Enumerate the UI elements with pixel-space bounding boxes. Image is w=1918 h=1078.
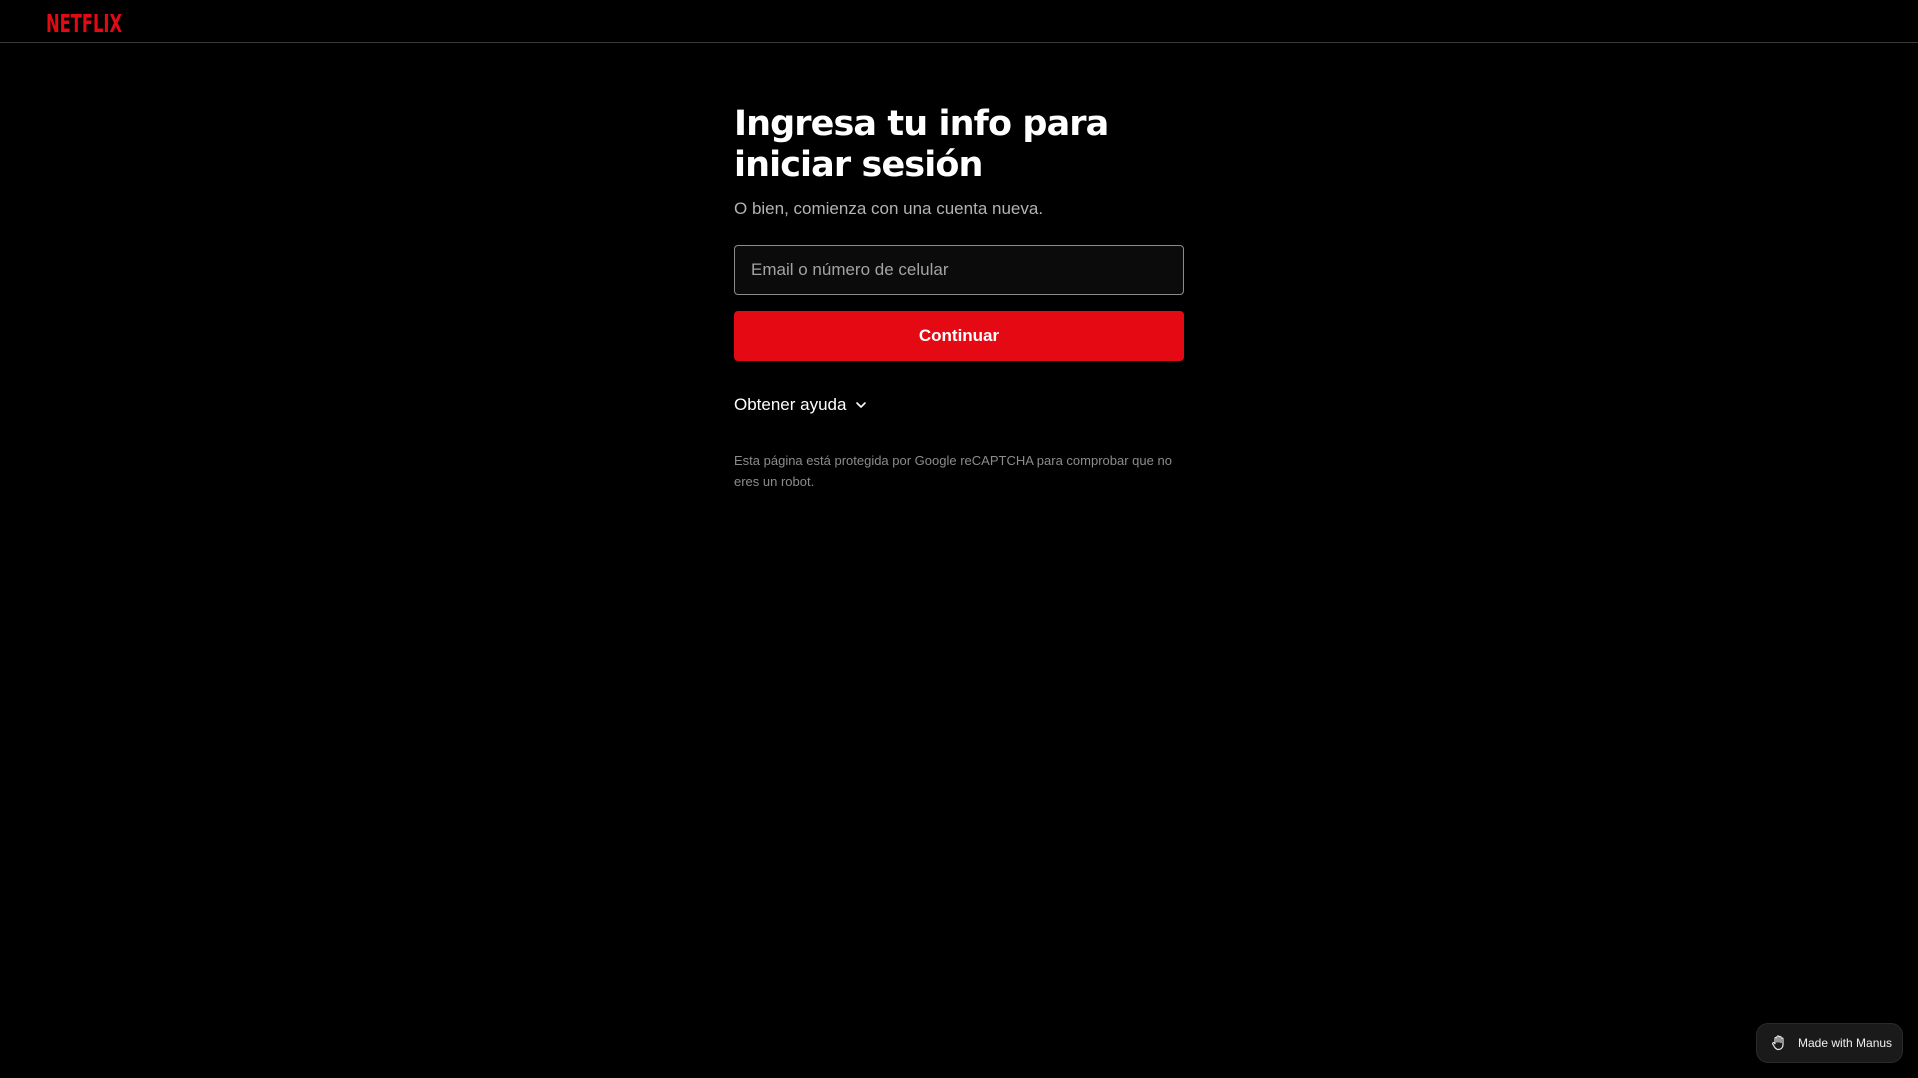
manus-badge-label: Made with Manus <box>1798 1036 1893 1050</box>
made-with-manus-badge[interactable]: Made with Manus <box>1756 1023 1903 1063</box>
chevron-down-icon <box>856 402 867 408</box>
page-title: Ingresa tu info para iniciar sesión <box>734 104 1109 185</box>
get-help-toggle[interactable]: Obtener ayuda <box>734 395 868 415</box>
top-header: NETFLIX <box>0 0 1918 43</box>
email-field-wrapper <box>734 245 1184 295</box>
netflix-logo-text: NETFLIX <box>46 9 122 37</box>
netflix-logo[interactable]: NETFLIX <box>46 9 126 37</box>
recaptcha-notice: Esta página está protegida por Google re… <box>734 453 1172 489</box>
page-subtitle: O bien, comienza con una cuenta nueva. <box>734 199 1044 218</box>
manus-hand-icon <box>1772 1035 1784 1051</box>
login-page: NETFLIX Ingresa tu info para iniciar ses… <box>0 0 1918 1078</box>
continue-button[interactable]: Continuar <box>734 311 1184 361</box>
get-help-label: Obtener ayuda <box>734 395 847 414</box>
email-field[interactable] <box>735 246 1183 294</box>
login-form: Ingresa tu info para iniciar sesión O bi… <box>734 104 1184 492</box>
